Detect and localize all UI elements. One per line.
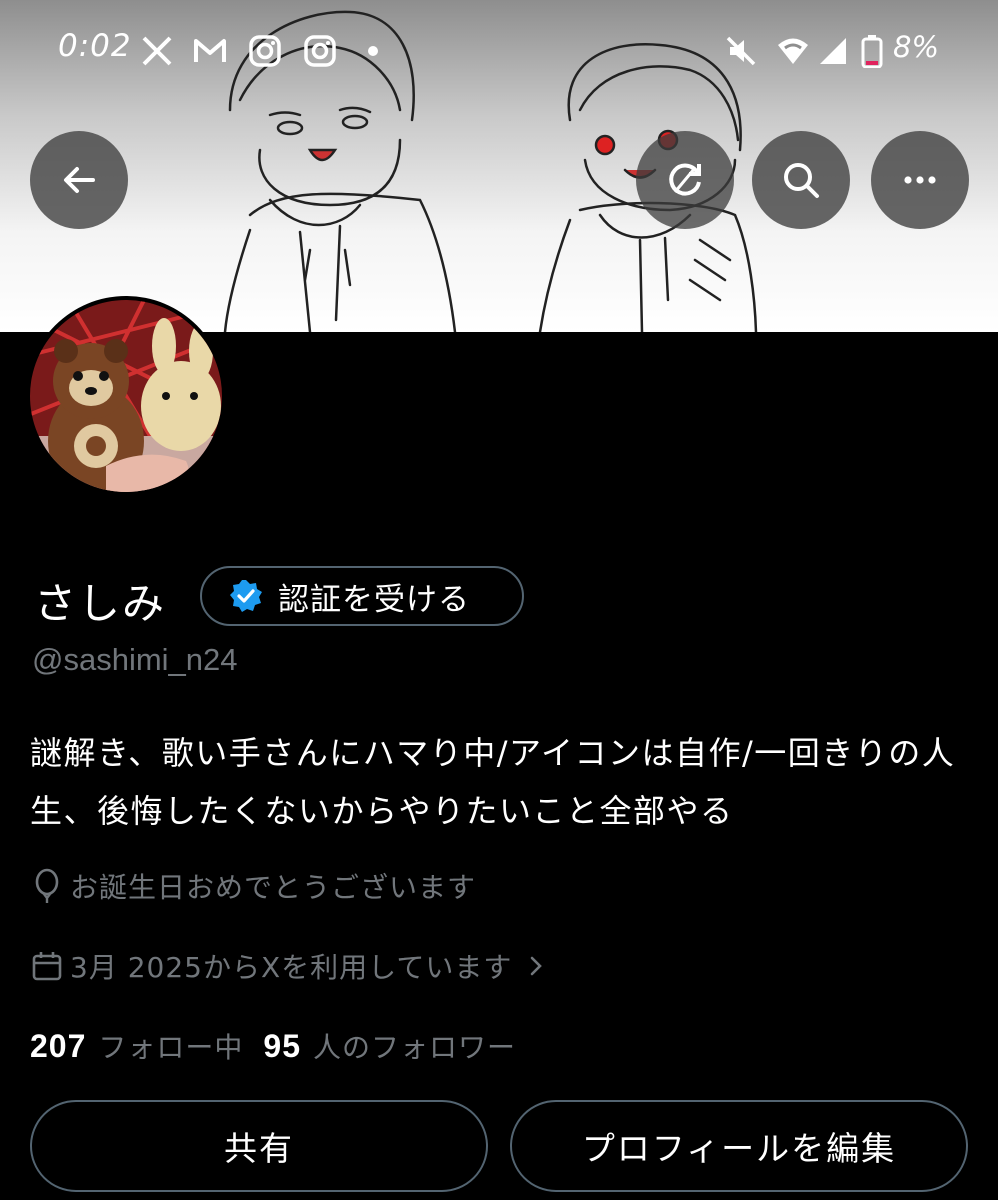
mute-icon [726,36,756,66]
followers-label[interactable]: 人のフォロワー [313,1026,516,1066]
get-verified-label: 認証を受ける [278,581,470,618]
follow-stats: 207 フォロー中 95 人のフォロワー [30,1026,536,1066]
x-logo-icon [142,36,172,66]
chevron-right-icon [531,956,543,976]
following-label[interactable]: フォロー中 [98,1026,243,1066]
share-button[interactable]: 共有 [30,1100,488,1192]
status-time: 0:02 [58,28,132,64]
battery-percent: 8% [893,30,940,64]
back-button[interactable] [30,131,128,229]
profile-bio: 謎解き、歌い手さんにハマり中/アイコンは自作/一回きりの人生、後悔したくないから… [30,734,956,830]
search-button[interactable] [752,131,850,229]
sync-button[interactable] [636,131,734,229]
birthday-text: お誕生日おめでとうございます [70,871,477,904]
sync-icon [669,163,701,196]
joined-text: 3月 2025からXを利用しています [70,951,513,984]
wifi-icon [778,38,808,64]
followers-count[interactable]: 95 [263,1028,301,1065]
verified-badge-icon [230,580,262,612]
instagram-icon [249,35,281,67]
calendar-icon [32,952,62,981]
joined-row[interactable]: 3月 2025からXを利用しています [30,946,556,986]
battery-icon [861,35,883,68]
get-verified-button[interactable]: 認証を受ける [200,566,524,626]
gmail-icon [194,39,226,62]
signal-icon [820,38,846,64]
user-handle: @sashimi_n24 [32,642,238,677]
search-icon [784,163,819,198]
display-name: さしみ [34,579,167,628]
balloon-icon [35,868,59,903]
following-count[interactable]: 207 [30,1028,86,1065]
more-horizontal-icon [904,176,936,184]
edit-profile-button[interactable]: プロフィールを編集 [510,1100,968,1192]
arrow-left-icon [64,167,95,193]
dot-icon [368,46,378,56]
avatar[interactable] [26,296,226,496]
more-button[interactable] [871,131,969,229]
status-bar: 0:02 8% [0,26,998,76]
birthday-row: お誕生日おめでとうございます [30,866,476,906]
instagram-icon [304,35,336,67]
avatar-photo [30,300,222,492]
